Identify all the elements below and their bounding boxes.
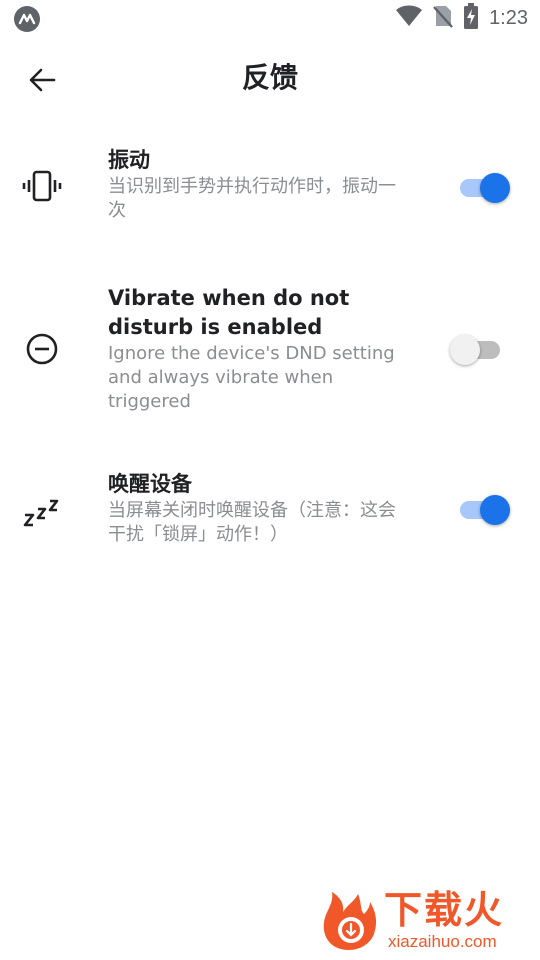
setting-title: 振动 (108, 148, 150, 172)
wake-device-toggle[interactable] (450, 490, 514, 530)
wifi-icon (395, 5, 423, 31)
setting-title: Vibrate when do not disturb is enabled (108, 286, 350, 339)
page-title: 反馈 (241, 61, 298, 94)
app-notification-icon (14, 6, 40, 32)
setting-summary: Ignore the device's DND setting and alwa… (108, 343, 395, 412)
do-not-disturb-icon (20, 327, 64, 371)
setting-text: 唤醒设备 当屏幕关闭时唤醒设备（注意：这会干扰「锁屏」动作！） (108, 470, 408, 547)
status-icons: 1:23 (395, 3, 528, 33)
setting-row-wake-device[interactable]: 唤醒设备 当屏幕关闭时唤醒设备（注意：这会干扰「锁屏」动作！） (0, 466, 540, 566)
vibration-icon (20, 164, 64, 208)
setting-title: 唤醒设备 (108, 472, 192, 496)
toggle-thumb (480, 495, 510, 525)
setting-text: 振动 当识别到手势并执行动作时，振动一次 (108, 146, 408, 223)
setting-row-dnd-vibrate[interactable]: Vibrate when do not disturb is enabled I… (0, 282, 540, 422)
toggle-thumb (450, 335, 480, 365)
watermark-brand: 下载火 (384, 888, 505, 932)
setting-text: Vibrate when do not disturb is enabled I… (108, 284, 408, 414)
setting-summary: 当识别到手势并执行动作时，振动一次 (108, 176, 396, 221)
app-bar: 反馈 (0, 40, 540, 116)
vibration-toggle[interactable] (450, 168, 514, 208)
flame-logo-icon (318, 890, 380, 952)
dnd-vibrate-toggle[interactable] (450, 330, 514, 370)
toggle-thumb (480, 173, 510, 203)
watermark-domain: xiazaihuo.com (388, 932, 497, 951)
no-sim-icon (433, 4, 453, 32)
status-time: 1:23 (489, 6, 528, 29)
setting-summary: 当屏幕关闭时唤醒设备（注意：这会干扰「锁屏」动作！） (108, 500, 396, 545)
battery-charging-icon (463, 3, 479, 33)
setting-row-vibration[interactable]: 振动 当识别到手势并执行动作时，振动一次 (0, 140, 540, 240)
sleep-zzz-icon (20, 490, 64, 534)
watermark: 下载火 xiazaihuo.com (318, 888, 534, 954)
status-bar: 1:23 (0, 0, 540, 36)
